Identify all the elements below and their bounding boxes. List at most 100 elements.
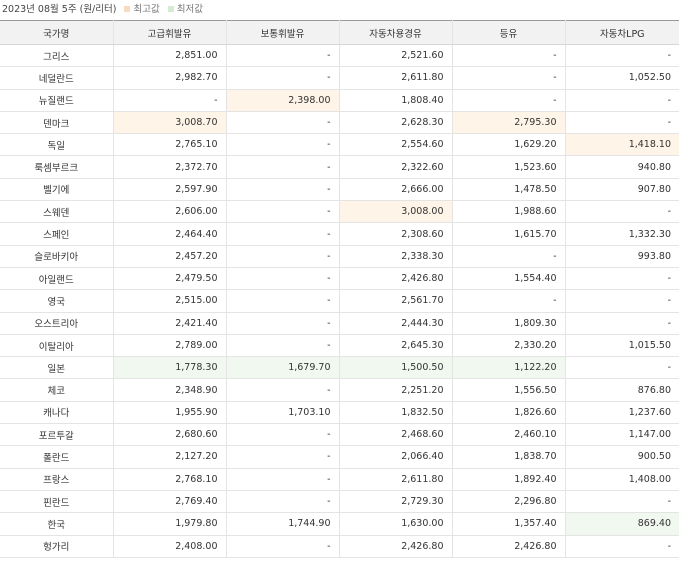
- cell-premium-gasoline: 2,421.40: [113, 312, 227, 335]
- table-row: 룩셈부르크 2,372.70-2,322.60 1,523.60 940.80: [0, 155, 679, 179]
- cell-regular-gasoline: -: [226, 378, 340, 402]
- cell-lpg: 993.80: [565, 245, 679, 268]
- column-header-premium-gasoline: 고급휘발유: [113, 20, 227, 45]
- table-row: 그리스 2,851.00-2,521.60- -: [0, 44, 679, 68]
- cell-diesel: 2,645.30: [339, 334, 453, 358]
- cell-kerosene: 1,809.30: [452, 312, 566, 335]
- cell-lpg: 869.40: [565, 512, 679, 536]
- cell-lpg: -: [565, 356, 679, 380]
- cell-kerosene: -: [452, 44, 566, 68]
- cell-country: 헝가리: [0, 535, 114, 558]
- cell-diesel: 2,338.30: [339, 245, 453, 268]
- cell-kerosene: 1,122.20: [452, 356, 566, 380]
- cell-regular-gasoline: -: [226, 490, 340, 514]
- cell-regular-gasoline: 1,703.10: [226, 401, 340, 425]
- cell-lpg: -: [565, 111, 679, 135]
- table-row: 스페인 2,464.40-2,308.60 1,615.70 1,332.30: [0, 222, 679, 246]
- cell-lpg: 1,052.50: [565, 66, 679, 90]
- table-row: 네덜란드 2,982.70-2,611.80-1,052.50: [0, 66, 679, 90]
- table-row: 일본 1,778.30 1,679.70 1,500.50 1,122.20-: [0, 356, 679, 380]
- cell-premium-gasoline: 2,372.70: [113, 155, 227, 179]
- cell-country: 프랑스: [0, 468, 114, 491]
- table-row: 오스트리아 2,421.40-2,444.30 1,809.30-: [0, 312, 679, 335]
- cell-lpg: 1,418.10: [565, 133, 679, 157]
- max-legend-label: 최고값: [133, 4, 160, 15]
- cell-premium-gasoline: 2,765.10: [113, 133, 227, 157]
- cell-premium-gasoline: 2,464.40: [113, 222, 227, 246]
- cell-diesel: 2,611.80: [339, 66, 453, 90]
- cell-premium-gasoline: 2,408.00: [113, 535, 227, 558]
- cell-premium-gasoline: 2,479.50: [113, 267, 227, 291]
- cell-lpg: 907.80: [565, 178, 679, 202]
- cell-diesel: 2,322.60: [339, 155, 453, 179]
- column-header-kerosene: 등유: [452, 20, 566, 45]
- cell-kerosene: 1,615.70: [452, 222, 566, 246]
- cell-lpg: 1,237.60: [565, 401, 679, 425]
- cell-premium-gasoline: 3,008.70: [113, 111, 227, 135]
- cell-kerosene: -: [452, 66, 566, 90]
- cell-lpg: -: [565, 267, 679, 291]
- cell-kerosene: -: [452, 289, 566, 313]
- cell-kerosene: 1,838.70: [452, 445, 566, 469]
- fuel-price-table: 국가명 고급휘발유 보통휘발유 자동차용경유 등유 자동차LPG 그리스 2,85…: [0, 20, 679, 558]
- table-row: 이탈리아 2,789.00-2,645.30 2,330.20 1,015.50: [0, 334, 679, 358]
- cell-diesel: 2,521.60: [339, 44, 453, 68]
- cell-regular-gasoline: 1,744.90: [226, 512, 340, 536]
- table-row: 한국 1,979.80 1,744.90 1,630.00 1,357.40 869.40: [0, 512, 679, 536]
- cell-country: 포르투갈: [0, 423, 114, 447]
- cell-lpg: -: [565, 535, 679, 558]
- table-row: 헝가리 2,408.00-2,426.80 2,426.80-: [0, 535, 679, 558]
- table-row: 슬로바키아 2,457.20-2,338.30-993.80: [0, 245, 679, 268]
- period-label: 2023년 08월 5주: [2, 4, 77, 15]
- cell-diesel: 2,729.30: [339, 490, 453, 514]
- cell-country: 아일랜드: [0, 267, 114, 291]
- cell-premium-gasoline: 2,597.90: [113, 178, 227, 202]
- cell-kerosene: 1,478.50: [452, 178, 566, 202]
- cell-kerosene: 2,795.30: [452, 111, 566, 135]
- cell-premium-gasoline: 2,606.00: [113, 200, 227, 224]
- cell-kerosene: 1,629.20: [452, 133, 566, 157]
- cell-regular-gasoline: -: [226, 423, 340, 447]
- cell-country: 이탈리아: [0, 334, 114, 358]
- cell-diesel: 2,561.70: [339, 289, 453, 313]
- table-row: 캐나다 1,955.90 1,703.10 1,832.50 1,826.60 1,237…: [0, 401, 679, 425]
- cell-diesel: 1,808.40: [339, 89, 453, 112]
- table-caption: 2023년 08월 5주 (원/리터) 최고값 최저값: [0, 0, 680, 20]
- cell-regular-gasoline: -: [226, 222, 340, 246]
- cell-kerosene: 2,296.80: [452, 490, 566, 514]
- max-legend-swatch: [124, 5, 131, 12]
- cell-lpg: 1,147.00: [565, 423, 679, 447]
- cell-regular-gasoline: -: [226, 245, 340, 268]
- cell-country: 체코: [0, 378, 114, 402]
- cell-premium-gasoline: 2,851.00: [113, 44, 227, 68]
- cell-country: 일본: [0, 356, 114, 380]
- cell-lpg: -: [565, 490, 679, 514]
- cell-regular-gasoline: -: [226, 155, 340, 179]
- cell-premium-gasoline: 2,127.20: [113, 445, 227, 469]
- cell-country: 네덜란드: [0, 66, 114, 90]
- column-header-country: 국가명: [0, 20, 114, 45]
- cell-diesel: 2,628.30: [339, 111, 453, 135]
- cell-premium-gasoline: 2,789.00: [113, 334, 227, 358]
- cell-diesel: 2,308.60: [339, 222, 453, 246]
- cell-regular-gasoline: -: [226, 178, 340, 202]
- cell-premium-gasoline: 2,768.10: [113, 468, 227, 491]
- cell-country: 스웨덴: [0, 200, 114, 224]
- cell-diesel: 2,426.80: [339, 535, 453, 558]
- header-row: 국가명 고급휘발유 보통휘발유 자동차용경유 등유 자동차LPG: [0, 20, 679, 45]
- cell-country: 오스트리아: [0, 312, 114, 335]
- table-row: 폴란드 2,127.20-2,066.40 1,838.70 900.50: [0, 445, 679, 469]
- cell-country: 스페인: [0, 222, 114, 246]
- cell-diesel: 1,500.50: [339, 356, 453, 380]
- table-row: 핀란드 2,769.40-2,729.30 2,296.80-: [0, 490, 679, 514]
- cell-regular-gasoline: -: [226, 66, 340, 90]
- column-header-regular-gasoline: 보통휘발유: [226, 20, 340, 45]
- cell-regular-gasoline: -: [226, 535, 340, 558]
- cell-kerosene: 1,988.60: [452, 200, 566, 224]
- cell-lpg: 940.80: [565, 155, 679, 179]
- cell-country: 슬로바키아: [0, 245, 114, 268]
- table-row: 뉴질랜드 -2,398.00 1,808.40- -: [0, 89, 679, 112]
- cell-kerosene: -: [452, 89, 566, 112]
- unit-label: (원/리터): [79, 4, 117, 15]
- cell-kerosene: 2,460.10: [452, 423, 566, 447]
